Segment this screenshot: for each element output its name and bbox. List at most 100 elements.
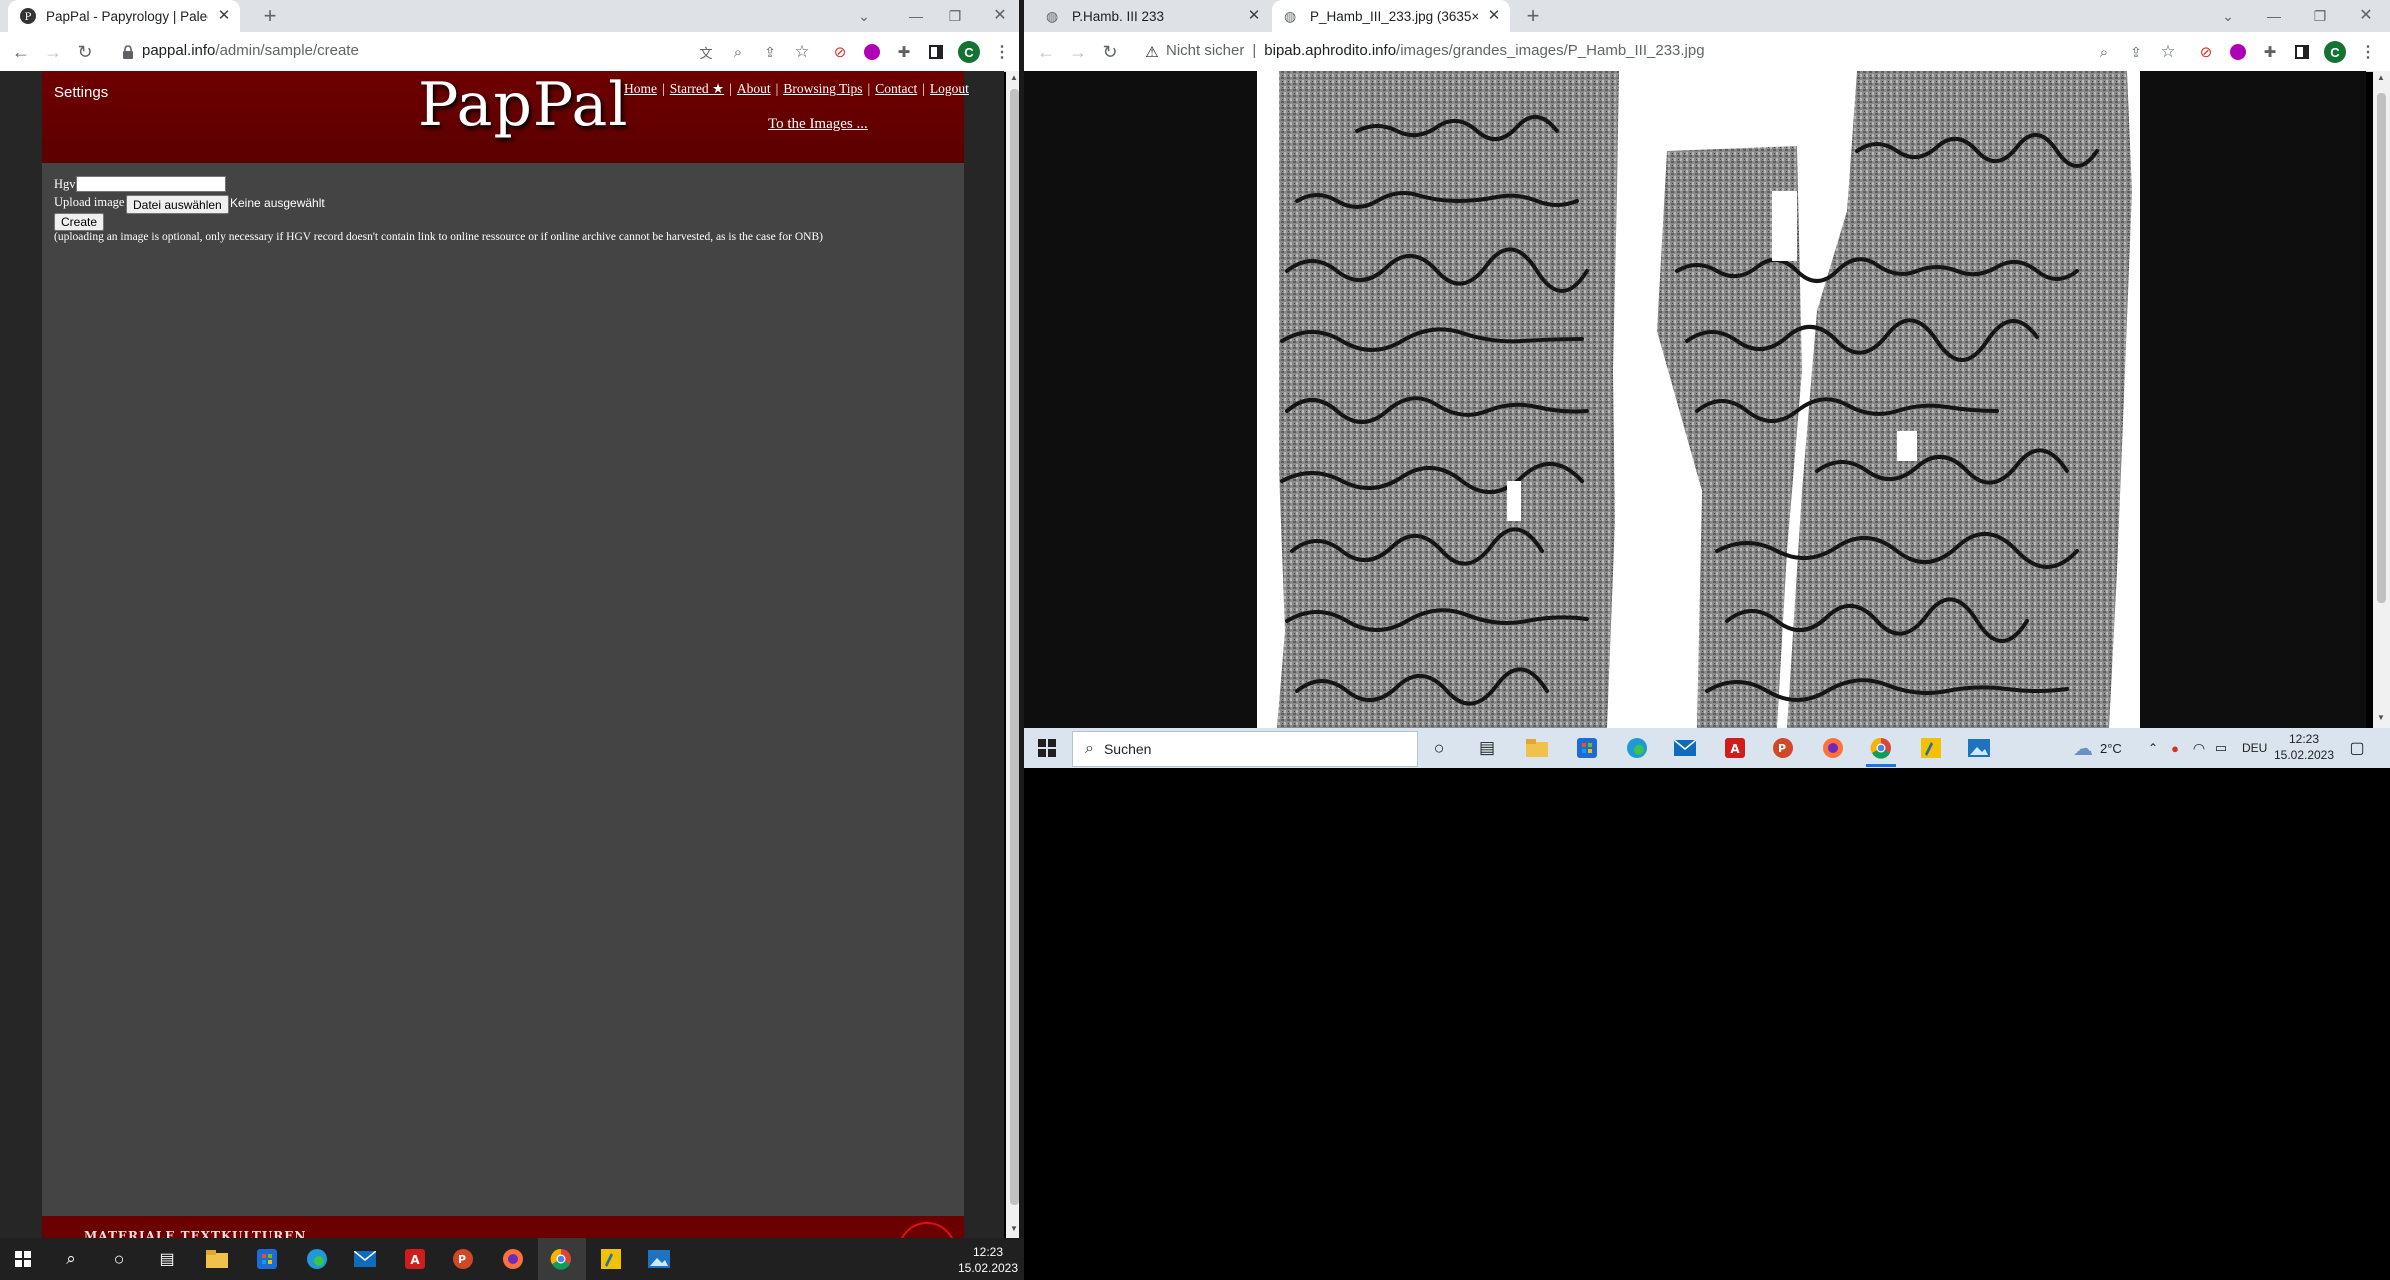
nav-about[interactable]: About xyxy=(737,81,771,96)
warning-icon[interactable]: ⚠ xyxy=(1140,40,1164,64)
create-button[interactable]: Create xyxy=(54,213,105,231)
translate-icon[interactable]: 文 xyxy=(694,40,718,64)
tab-close-icon[interactable]: ✕ xyxy=(1246,8,1262,24)
new-tab-plus-icon[interactable]: + xyxy=(258,3,282,28)
tray-warning-icon[interactable]: ● xyxy=(2162,735,2188,761)
scroll-up-icon[interactable]: ▲ xyxy=(2377,73,2385,82)
notification-icon[interactable]: ▢ xyxy=(2344,735,2370,761)
store-icon[interactable] xyxy=(254,1246,280,1272)
nav-logout[interactable]: Logout xyxy=(930,81,969,96)
task-view-icon[interactable]: ▤ xyxy=(1474,735,1500,761)
new-tab-plus-icon[interactable]: + xyxy=(1521,3,1545,28)
right-page-scrollbar[interactable]: ▲ ▼ xyxy=(2373,71,2390,728)
scroll-down-icon[interactable]: ▼ xyxy=(2377,713,2385,722)
scroll-down-icon[interactable]: ▼ xyxy=(1010,1224,1018,1233)
back-arrow-icon[interactable]: ← xyxy=(9,40,33,64)
side-panel-icon[interactable] xyxy=(2290,40,2314,64)
window-close-icon[interactable]: ✕ xyxy=(990,5,1010,25)
powerpoint-icon[interactable]: P xyxy=(450,1246,476,1272)
store-icon[interactable] xyxy=(1574,735,1600,761)
choose-file-button[interactable]: Datei auswählen xyxy=(126,195,229,214)
settings-link[interactable]: Settings xyxy=(54,84,108,101)
lock-icon[interactable] xyxy=(116,40,140,64)
notes-app-icon[interactable] xyxy=(1918,735,1944,761)
chrome-icon[interactable] xyxy=(1868,735,1894,761)
to-images-link[interactable]: To the Images ... xyxy=(768,116,868,133)
address-bar[interactable]: Nicht sicher | bipab.aphrodito.info/images… xyxy=(1166,42,1705,59)
extension-red-icon[interactable]: ⊘ xyxy=(2194,40,2218,64)
tab-p-hamb[interactable]: ◍ P.Hamb. III 233 ✕ xyxy=(1034,0,1270,32)
extension-purple-icon[interactable] xyxy=(2226,40,2250,64)
photos-app-icon[interactable] xyxy=(646,1246,672,1272)
menu-dots-icon[interactable]: ⋮ xyxy=(990,40,1014,64)
windows-start-icon[interactable] xyxy=(10,1246,36,1272)
bookmark-star-icon[interactable]: ☆ xyxy=(2156,40,2180,64)
task-view-icon[interactable]: ▤ xyxy=(154,1246,180,1272)
search-icon[interactable]: ⌕ xyxy=(58,1246,84,1272)
share-icon[interactable]: ⇪ xyxy=(2124,40,2148,64)
window-close-icon[interactable]: ✕ xyxy=(2356,5,2376,25)
tab-close-icon[interactable]: ✕ xyxy=(1486,8,1502,24)
extensions-puzzle-icon[interactable]: ✚ xyxy=(2258,40,2282,64)
share-icon[interactable]: ⇪ xyxy=(758,40,782,64)
tab-search-chevron-icon[interactable]: ⌄ xyxy=(854,6,874,26)
language-indicator[interactable]: DEU xyxy=(2242,741,2267,755)
acrobat-icon[interactable]: A xyxy=(1722,735,1748,761)
mail-icon[interactable] xyxy=(352,1246,378,1272)
menu-dots-icon[interactable]: ⋮ xyxy=(2356,40,2380,64)
photos-app-icon[interactable] xyxy=(1966,735,1992,761)
zoom-icon[interactable]: ⌕ xyxy=(2092,40,2116,64)
minimize-icon[interactable]: — xyxy=(2264,6,2284,26)
chrome-icon[interactable] xyxy=(548,1246,574,1272)
nav-contact[interactable]: Contact xyxy=(875,81,917,96)
nav-browsing-tips[interactable]: Browsing Tips xyxy=(783,81,862,96)
side-panel-icon[interactable] xyxy=(924,40,948,64)
nav-home[interactable]: Home xyxy=(624,81,657,96)
scroll-up-icon[interactable]: ▲ xyxy=(1010,73,1018,82)
tab-pappal[interactable]: P PapPal - Papyrology | Paleograph ✕ xyxy=(8,0,240,32)
site-logo[interactable]: PapPal xyxy=(418,70,629,140)
taskbar-search-box[interactable]: ⌕ Suchen xyxy=(1072,731,1418,767)
minimize-icon[interactable]: — xyxy=(906,6,926,26)
cortana-icon[interactable]: ○ xyxy=(106,1246,132,1272)
reload-icon[interactable]: ↻ xyxy=(73,40,97,64)
address-bar[interactable]: pappal.info/admin/sample/create xyxy=(142,42,359,59)
notes-app-icon[interactable] xyxy=(598,1246,624,1272)
tab-close-icon[interactable]: ✕ xyxy=(216,8,232,24)
weather-temp[interactable]: 2°C xyxy=(2100,741,2122,756)
zoom-icon[interactable]: ⌕ xyxy=(726,40,750,64)
extensions-puzzle-icon[interactable]: ✚ xyxy=(892,40,916,64)
papyrus-image[interactable] xyxy=(1257,71,2140,728)
forward-arrow-icon[interactable]: → xyxy=(41,40,65,64)
tab-image-file[interactable]: ◍ P_Hamb_III_233.jpg (3635×3377) ✕ xyxy=(1272,0,1510,32)
extension-red-icon[interactable]: ⊘ xyxy=(828,40,852,64)
reload-icon[interactable]: ↻ xyxy=(1098,40,1122,64)
firefox-icon[interactable] xyxy=(500,1246,526,1272)
weather-cloud-icon[interactable]: ☁ xyxy=(2070,735,2096,761)
tab-search-chevron-icon[interactable]: ⌄ xyxy=(2218,6,2238,26)
cortana-icon[interactable]: ○ xyxy=(1426,735,1452,761)
battery-icon[interactable]: ▭ xyxy=(2208,735,2234,761)
edge-icon[interactable] xyxy=(304,1246,330,1272)
file-explorer-icon[interactable] xyxy=(204,1246,230,1272)
windows-start-icon[interactable] xyxy=(1034,735,1060,761)
powerpoint-icon[interactable]: P xyxy=(1770,735,1796,761)
nav-starred[interactable]: Starred ★ xyxy=(670,81,724,96)
profile-avatar-icon[interactable]: C xyxy=(2324,41,2346,63)
extension-purple-icon[interactable] xyxy=(860,40,884,64)
clock-right[interactable]: 12:23 15.02.2023 xyxy=(2272,731,2336,763)
restore-icon[interactable]: ❐ xyxy=(2310,6,2330,26)
mail-icon[interactable] xyxy=(1672,735,1698,761)
forward-arrow-icon[interactable]: → xyxy=(1066,40,1090,64)
hgv-input[interactable] xyxy=(76,176,226,192)
scroll-thumb[interactable] xyxy=(1010,89,1019,1205)
profile-avatar-icon[interactable]: C xyxy=(958,41,980,63)
acrobat-icon[interactable]: A xyxy=(402,1246,428,1272)
edge-icon[interactable] xyxy=(1624,735,1650,761)
file-explorer-icon[interactable] xyxy=(1524,735,1550,761)
restore-icon[interactable]: ❐ xyxy=(945,6,965,26)
back-arrow-icon[interactable]: ← xyxy=(1034,40,1058,64)
clock-left[interactable]: 12:23 15.02.2023 xyxy=(956,1244,1020,1276)
scroll-thumb[interactable] xyxy=(2377,93,2386,603)
firefox-icon[interactable] xyxy=(1820,735,1846,761)
